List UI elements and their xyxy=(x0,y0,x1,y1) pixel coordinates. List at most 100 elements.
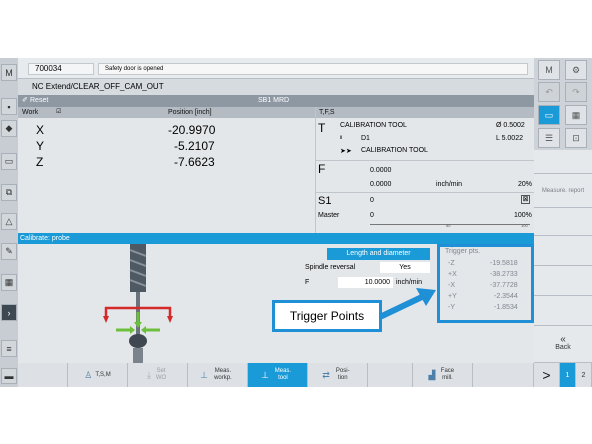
master-override: 100% xyxy=(514,212,532,219)
tool-icon[interactable]: ◆ xyxy=(1,120,17,137)
green-arrowhead-left xyxy=(130,326,135,334)
feed-value-1: 0.0000 xyxy=(370,167,392,174)
axis-z-value: -7.6623 xyxy=(174,155,215,169)
feed-label: F xyxy=(305,279,310,286)
trigger-axis: -X xyxy=(448,282,455,289)
axis-z-name: Z xyxy=(36,155,44,169)
softkey-blank[interactable] xyxy=(534,236,592,266)
face-mill-button[interactable]: ▟ Face mill. xyxy=(413,363,473,387)
trigger-value: -37.7728 xyxy=(490,282,518,289)
edge-icon: Ⅱ xyxy=(340,135,343,141)
program-icon[interactable]: ▪ xyxy=(1,98,17,115)
softkey-blank[interactable] xyxy=(368,363,413,387)
tfs-header: T,F,S xyxy=(316,107,535,118)
tsm-button[interactable]: ♙ T,S,M xyxy=(68,363,128,387)
trigger-axis: -Y xyxy=(448,304,455,311)
trigger-points-callout: Trigger Points xyxy=(272,300,382,332)
back-label: Back xyxy=(555,344,571,351)
tool-letter: T xyxy=(318,121,326,135)
next-tool-name: CALIBRATION TOOL xyxy=(361,147,428,154)
tsm-label: T,S,M xyxy=(95,371,111,378)
expand-arrow-icon[interactable]: › xyxy=(1,304,17,321)
calculator-icon[interactable]: ▦ xyxy=(565,105,587,125)
measure-mode-field[interactable]: Length and diameter xyxy=(327,248,430,260)
trigger-axis: +X xyxy=(448,271,457,278)
probe-ball xyxy=(129,334,147,348)
set-wo-button[interactable]: ⤓ Set WO xyxy=(128,363,188,387)
mode-bar: ✐ Reset SB1 MRD xyxy=(18,95,534,107)
meas-workpiece-label: Meas. workp. xyxy=(214,368,232,381)
copy-icon[interactable]: ⧉ xyxy=(1,184,17,201)
master-label: Master xyxy=(318,212,340,219)
trigger-points-box: Trigger pts. -Z -19.5818 +X -38.2733 -X … xyxy=(437,244,534,323)
divider xyxy=(316,160,535,161)
screenshot-icon[interactable]: ⊡ xyxy=(565,128,587,148)
redo-icon[interactable]: ↷ xyxy=(565,82,587,102)
callout-arrow xyxy=(380,288,436,319)
spindle-state-icon: ⊠ xyxy=(521,195,530,204)
meas-workpiece-icon: ⊥ xyxy=(200,369,208,380)
meas-tool-button[interactable]: ⊥ Meas. tool xyxy=(248,363,308,387)
alarm-message: Safety door is opened xyxy=(98,63,528,75)
settings-key-icon[interactable]: ⚙ xyxy=(565,60,587,80)
spindle-reversal-select[interactable]: Yes xyxy=(380,262,430,273)
back-button[interactable]: « Back xyxy=(534,326,592,363)
window-key-icon[interactable]: ▭ xyxy=(538,105,560,125)
checkbox-icon[interactable]: ☑ xyxy=(56,107,61,118)
tsm-icon: ♙ xyxy=(84,369,93,380)
axis-x-value: -20.9970 xyxy=(168,123,216,137)
softkey-blank[interactable] xyxy=(534,208,592,236)
trigger-value: -2.3544 xyxy=(494,293,518,300)
meas-tool-icon: ⊥ xyxy=(261,369,269,380)
scale-max-label: 100 xyxy=(521,223,528,228)
tool-length: L 5.0022 xyxy=(496,135,523,142)
spindle-reversal-label: Spindle reversal xyxy=(305,264,356,271)
softkey-blank[interactable] xyxy=(534,266,592,296)
page-1-button[interactable]: 1 xyxy=(560,363,576,387)
position-button[interactable]: ⇄ Posi- tion xyxy=(308,363,368,387)
diagnosis-icon[interactable]: ▦ xyxy=(1,274,17,291)
feed-input-unit: inch/min xyxy=(396,279,423,286)
softkey-blank[interactable] xyxy=(534,296,592,326)
position-unit-label: Position [inch] xyxy=(168,109,212,116)
meas-tool-label: Meas. tool xyxy=(274,368,292,381)
program-manager-icon[interactable]: ▭ xyxy=(1,153,17,170)
reset-status: Reset xyxy=(30,97,49,104)
face-mill-icon: ▟ xyxy=(428,369,436,380)
set-wo-icon: ⤓ xyxy=(147,369,151,380)
channel-display: 700034 xyxy=(28,63,94,75)
feed-unit: inch/min xyxy=(436,181,463,188)
softkey-blank[interactable] xyxy=(18,363,68,387)
trigger-value: -19.5818 xyxy=(490,260,518,267)
feed-value-2: 0.0000 xyxy=(370,181,392,188)
page-2-button[interactable]: 2 xyxy=(576,363,592,387)
trigger-axis: -Z xyxy=(448,260,455,267)
list-key-icon[interactable]: ☰ xyxy=(538,128,560,148)
machine-key-icon[interactable]: M xyxy=(538,60,560,80)
menu-icon[interactable]: ≡ xyxy=(1,340,17,357)
tool-name: CALIBRATION TOOL xyxy=(340,122,407,129)
work-label: Work xyxy=(22,109,39,116)
set-wo-label: Set WO xyxy=(155,368,167,381)
softkey-blank[interactable] xyxy=(473,363,534,387)
alarm-icon[interactable]: △ xyxy=(1,213,17,230)
master-value: 0 xyxy=(370,212,374,219)
undo-icon[interactable]: ↶ xyxy=(538,82,560,102)
wrench-icon[interactable]: ✎ xyxy=(1,243,17,260)
status-bar: 700034 Safety door is opened xyxy=(18,58,534,78)
trigger-value: -1.8534 xyxy=(494,304,518,311)
next-page-arrow-icon[interactable]: > xyxy=(534,363,560,387)
face-mill-label: Face mill. xyxy=(440,368,455,381)
meas-workpiece-button[interactable]: ⊥ Meas. workp. xyxy=(188,363,248,387)
axis-y-name: Y xyxy=(36,139,45,153)
green-arrowhead-right xyxy=(141,326,146,334)
measure-report-button[interactable]: Measure. report xyxy=(534,174,592,208)
callout-arrow-shaft xyxy=(380,293,427,319)
trigger-axis: +Y xyxy=(448,293,457,300)
keyboard-icon[interactable]: ▬ xyxy=(1,368,17,384)
position-icon: ⇄ xyxy=(322,369,330,380)
softkey-blank[interactable] xyxy=(534,150,592,174)
trigger-value: -38.2733 xyxy=(490,271,518,278)
machine-icon[interactable]: M xyxy=(1,64,17,81)
green-arrowhead-top xyxy=(134,322,142,328)
